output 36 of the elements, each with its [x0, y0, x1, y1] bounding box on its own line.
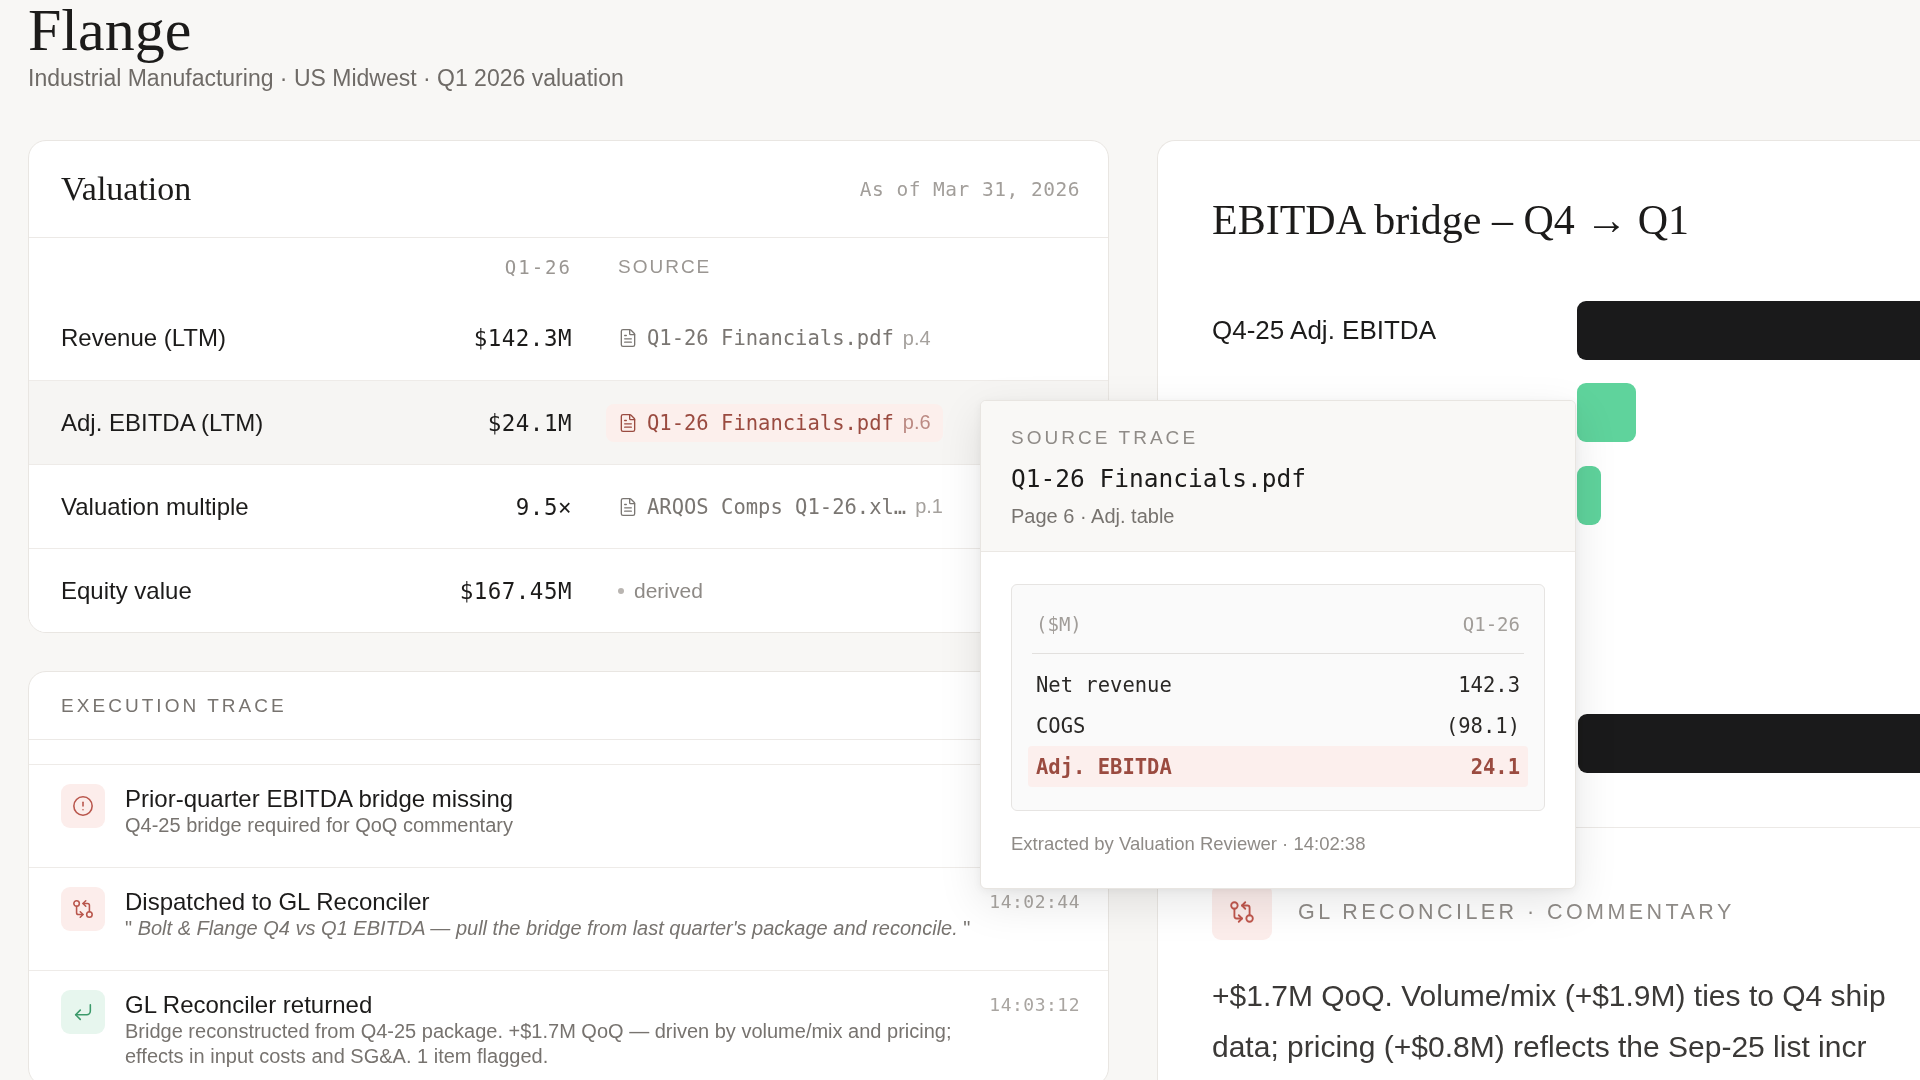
column-header: ($M)	[1036, 613, 1082, 635]
derived-label: derived	[634, 578, 703, 603]
line-item-label: COGS	[1036, 713, 1086, 738]
bar-label: Q4-25 Adj. EBITDA	[1212, 315, 1436, 346]
section-heading: GL RECONCILER · COMMENTARY	[1298, 899, 1735, 925]
event-time: 14:03:12	[989, 993, 1080, 1017]
column-header: SOURCE	[617, 256, 712, 278]
metric-label: Revenue (LTM)	[61, 324, 227, 352]
event-detail: Q4-25 bridge required for QoQ commentary	[125, 813, 513, 838]
line-item-label: Adj. EBITDA	[1036, 754, 1172, 779]
panel-title: EBITDA bridge – Q4 → Q1	[1212, 196, 1690, 245]
event-title: Prior-quarter EBITDA bridge missing	[125, 784, 514, 813]
commentary-text: +$1.7M QoQ. Volume/mix (+$1.9M) ties to Q4 ship data; pricing (+$0.8M) reflects the Sep-25 list incr	[1212, 978, 1886, 1065]
event-title: GL Reconciler returned	[125, 990, 373, 1019]
page-subtitle: Industrial Manufacturing · US Midwest · Q1 2026 valuation	[28, 64, 624, 92]
line-item-value: (98.1)	[1445, 713, 1520, 738]
column-header: Q1-26	[504, 256, 572, 278]
metric-label: Adj. EBITDA (LTM)	[61, 408, 265, 437]
as-of-date: As of Mar 31, 2026	[859, 177, 1080, 201]
line-item-value: 142.3	[1458, 672, 1520, 697]
event-title: Dispatched to GL Reconciler	[125, 887, 430, 916]
metric-value: $24.1M	[487, 409, 572, 436]
metric-label: Equity value	[61, 576, 193, 605]
card-title: Valuation	[61, 170, 192, 208]
section-heading: EXECUTION TRACE	[61, 694, 287, 717]
metric-value: $167.45M	[459, 577, 572, 604]
extraction-note: Extracted by Valuation Reviewer · 14:02:38	[1010, 832, 1367, 856]
column-header: Q1-26	[1462, 613, 1520, 635]
event-detail: Bridge reconstructed from Q4-25 package. +$1.7M QoQ — driven by volume/mix and pricing; effects in input costs and SG&A. 1 item flagged.	[125, 1019, 953, 1069]
event-time: 14:02:44	[989, 890, 1080, 914]
metric-value: 9.5×	[515, 493, 572, 520]
line-item-label: Net revenue	[1036, 672, 1172, 697]
event-detail: " Bolt & Flange Q4 vs Q1 EBITDA — pull the bridge from last quarter's package and reconcile. "	[125, 916, 971, 941]
metric-value: $142.3M	[473, 325, 572, 351]
metric-label: Valuation multiple	[61, 492, 250, 521]
line-item-value: 24.1	[1470, 754, 1520, 779]
